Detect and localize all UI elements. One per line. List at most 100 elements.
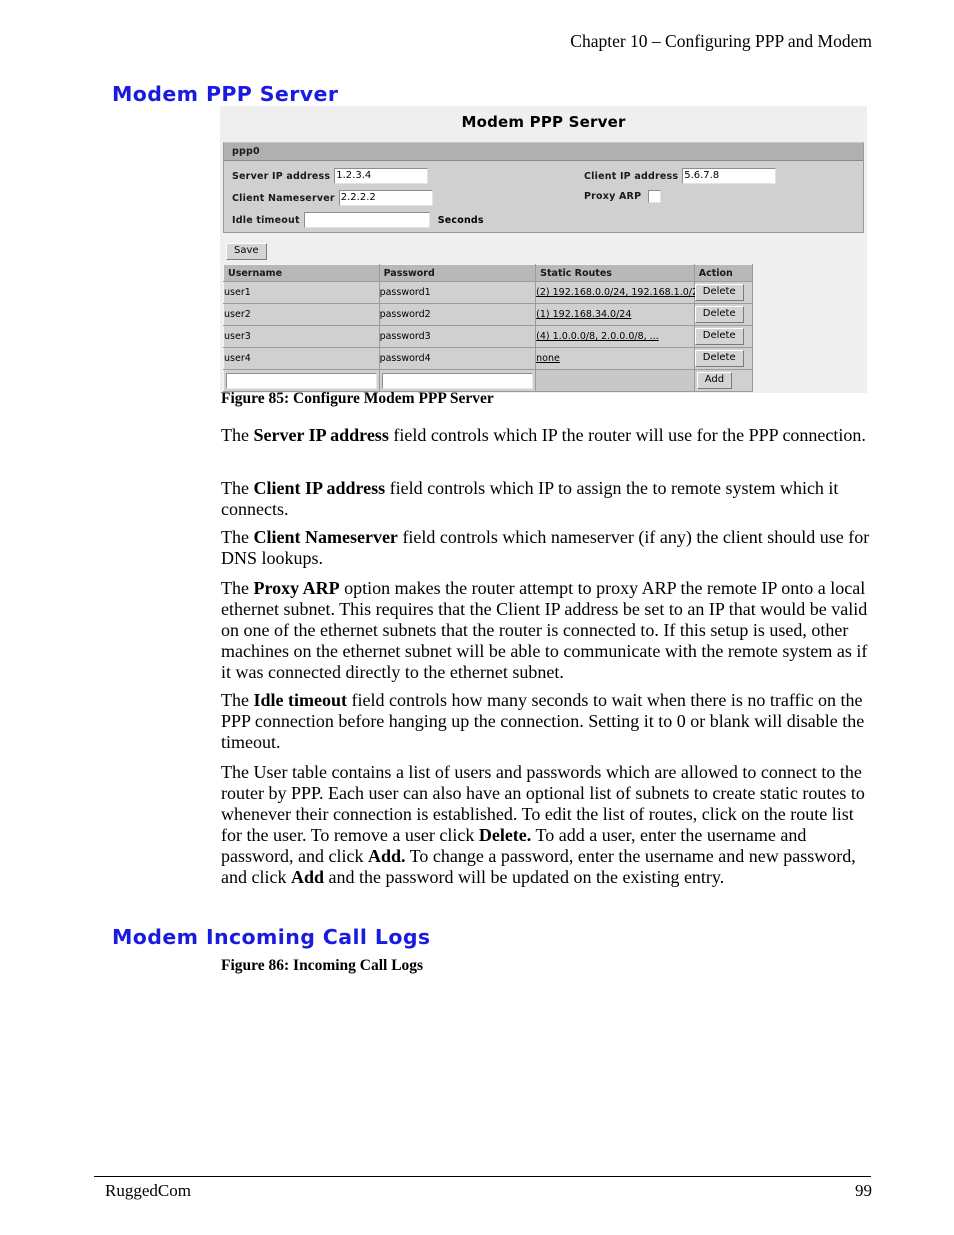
client-ip-field-row: Client IP address 5.6.7.8 bbox=[584, 168, 777, 184]
term-client-ip-address: Client IP address bbox=[253, 478, 386, 498]
static-routes-link[interactable]: none bbox=[536, 353, 560, 364]
paragraph: The Idle timeout field controls how many… bbox=[221, 690, 871, 753]
cell-action: Delete bbox=[693, 281, 754, 304]
figure-86-caption: Figure 86: Incoming Call Logs bbox=[221, 957, 424, 974]
column-header-password: Password bbox=[378, 264, 537, 282]
text-pre: The bbox=[221, 690, 254, 710]
cell-new-username bbox=[223, 369, 380, 392]
footer-divider bbox=[94, 1176, 871, 1177]
static-routes-link[interactable]: (1) 192.168.34.0/24 bbox=[536, 309, 631, 320]
term-proxy-arp: Proxy ARP bbox=[253, 578, 340, 598]
cell-static-routes: (2) 192.168.0.0/24, 192.168.1.0/24 bbox=[535, 281, 704, 304]
proxy-arp-field-row: Proxy ARP bbox=[584, 190, 662, 203]
figure-85-screenshot: Modem PPP Server ppp0 Server IP address … bbox=[220, 106, 867, 393]
term-idle-timeout: Idle timeout bbox=[253, 690, 347, 710]
server-ip-label: Server IP address bbox=[232, 170, 331, 182]
column-header-username: Username bbox=[223, 264, 380, 282]
body-paragraph-client-ip: The Client IP address field controls whi… bbox=[221, 478, 871, 530]
new-password-input[interactable] bbox=[381, 372, 534, 389]
add-button[interactable]: Add bbox=[696, 372, 733, 389]
cell-password: password3 bbox=[378, 325, 537, 348]
cell-static-routes: (4) 1.0.0.0/8, 2.0.0.0/8, ... bbox=[535, 325, 695, 348]
cell-static-routes: none bbox=[535, 347, 695, 370]
body-paragraph-proxy-arp: The Proxy ARP option makes the router at… bbox=[221, 578, 871, 693]
client-nameserver-input[interactable]: 2.2.2.2 bbox=[338, 190, 433, 206]
ppp0-panel-body: Server IP address 1.2.3.4 Client Nameser… bbox=[224, 161, 863, 232]
running-header: Chapter 10 – Configuring PPP and Modem bbox=[570, 31, 872, 51]
term-server-ip-address: Server IP address bbox=[253, 425, 389, 445]
table-new-entry-row: Add bbox=[223, 369, 754, 392]
save-button[interactable]: Save bbox=[226, 243, 267, 260]
section-heading-modem-ppp-server: Modem PPP Server bbox=[112, 82, 339, 106]
table-row: user4 password4 none Delete bbox=[223, 347, 754, 370]
term-add-1: Add. bbox=[367, 846, 406, 866]
cell-username: user1 bbox=[223, 281, 380, 304]
column-header-static-routes: Static Routes bbox=[535, 264, 695, 282]
figure-85-caption: Figure 85: Configure Modem PPP Server bbox=[221, 390, 494, 407]
paragraph: The Client IP address field controls whi… bbox=[221, 478, 871, 520]
idle-timeout-unit-label: Seconds bbox=[437, 214, 484, 226]
server-ip-input[interactable]: 1.2.3.4 bbox=[334, 168, 429, 184]
client-ip-input[interactable]: 5.6.7.8 bbox=[682, 168, 777, 184]
cell-username: user2 bbox=[223, 303, 380, 326]
proxy-arp-label: Proxy ARP bbox=[584, 191, 642, 202]
idle-timeout-input[interactable] bbox=[303, 212, 430, 228]
client-nameserver-field-row: Client Nameserver 2.2.2.2 bbox=[232, 190, 433, 206]
term-add-2: Add bbox=[290, 867, 325, 887]
cell-username: user3 bbox=[223, 325, 380, 348]
text-g: and the password will be updated on the … bbox=[324, 867, 725, 887]
cell-static-routes: (1) 192.168.34.0/24 bbox=[535, 303, 695, 326]
paragraph: The Client Nameserver field controls whi… bbox=[221, 527, 871, 569]
cell-add-action: Add bbox=[693, 369, 754, 392]
cell-action: Delete bbox=[693, 303, 754, 326]
term-delete: Delete. bbox=[478, 825, 532, 845]
delete-button[interactable]: Delete bbox=[694, 350, 744, 367]
cell-action: Delete bbox=[693, 325, 754, 348]
table-row: user2 password2 (1) 192.168.34.0/24 Dele… bbox=[223, 303, 754, 326]
new-username-input[interactable] bbox=[226, 372, 377, 389]
text-pre: The bbox=[221, 478, 254, 498]
client-ip-label: Client IP address bbox=[584, 170, 679, 182]
ui-page-title: Modem PPP Server bbox=[461, 113, 626, 131]
ppp0-panel-title: ppp0 bbox=[224, 143, 863, 161]
save-button-row: Save bbox=[226, 238, 864, 260]
body-paragraph-server-ip: The Server IP address field controls whi… bbox=[221, 425, 871, 456]
term-client-nameserver: Client Nameserver bbox=[253, 527, 398, 547]
cell-username: user4 bbox=[223, 347, 380, 370]
paragraph: The Proxy ARP option makes the router at… bbox=[221, 578, 871, 683]
body-paragraph-client-nameserver: The Client Nameserver field controls whi… bbox=[221, 527, 871, 579]
idle-timeout-label: Idle timeout bbox=[232, 214, 300, 226]
server-ip-field-row: Server IP address 1.2.3.4 bbox=[232, 168, 429, 184]
static-routes-link[interactable]: (4) 1.0.0.0/8, 2.0.0.0/8, ... bbox=[536, 331, 659, 342]
text-post: field controls which IP the router will … bbox=[388, 425, 866, 445]
table-row: user3 password3 (4) 1.0.0.0/8, 2.0.0.0/8… bbox=[223, 325, 754, 348]
paragraph: The Server IP address field controls whi… bbox=[221, 425, 871, 446]
proxy-arp-checkbox[interactable] bbox=[648, 190, 662, 203]
table-header-row: Username Password Static Routes Action bbox=[223, 264, 754, 282]
paragraph: The User table contains a list of users … bbox=[221, 762, 871, 888]
cell-new-routes-empty bbox=[535, 369, 695, 392]
static-routes-link[interactable]: (2) 192.168.0.0/24, 192.168.1.0/24 bbox=[536, 287, 704, 298]
cell-password: password1 bbox=[378, 281, 537, 304]
client-nameserver-label: Client Nameserver bbox=[232, 192, 335, 204]
footer-company: RuggedCom bbox=[105, 1181, 191, 1200]
text-pre: The bbox=[221, 527, 254, 547]
text-pre: The bbox=[221, 425, 254, 445]
idle-timeout-field-row: Idle timeout Seconds bbox=[232, 212, 484, 228]
section-heading-modem-incoming-call-logs: Modem Incoming Call Logs bbox=[112, 925, 431, 949]
delete-button[interactable]: Delete bbox=[694, 328, 744, 345]
ui-content-area: ppp0 Server IP address 1.2.3.4 Client Na… bbox=[223, 142, 864, 392]
cell-password: password4 bbox=[378, 347, 537, 370]
cell-new-password bbox=[378, 369, 537, 392]
ppp0-panel: ppp0 Server IP address 1.2.3.4 Client Na… bbox=[223, 142, 864, 233]
body-paragraph-idle-timeout: The Idle timeout field controls how many… bbox=[221, 690, 871, 763]
delete-button[interactable]: Delete bbox=[694, 306, 744, 323]
table-row: user1 password1 (2) 192.168.0.0/24, 192.… bbox=[223, 281, 754, 304]
text-pre: The bbox=[221, 578, 254, 598]
users-table: Username Password Static Routes Action u… bbox=[223, 264, 754, 392]
delete-button[interactable]: Delete bbox=[694, 284, 744, 301]
cell-action: Delete bbox=[693, 347, 754, 370]
footer-page-number: 99 bbox=[855, 1181, 872, 1200]
cell-password: password2 bbox=[378, 303, 537, 326]
column-header-action: Action bbox=[693, 264, 754, 282]
